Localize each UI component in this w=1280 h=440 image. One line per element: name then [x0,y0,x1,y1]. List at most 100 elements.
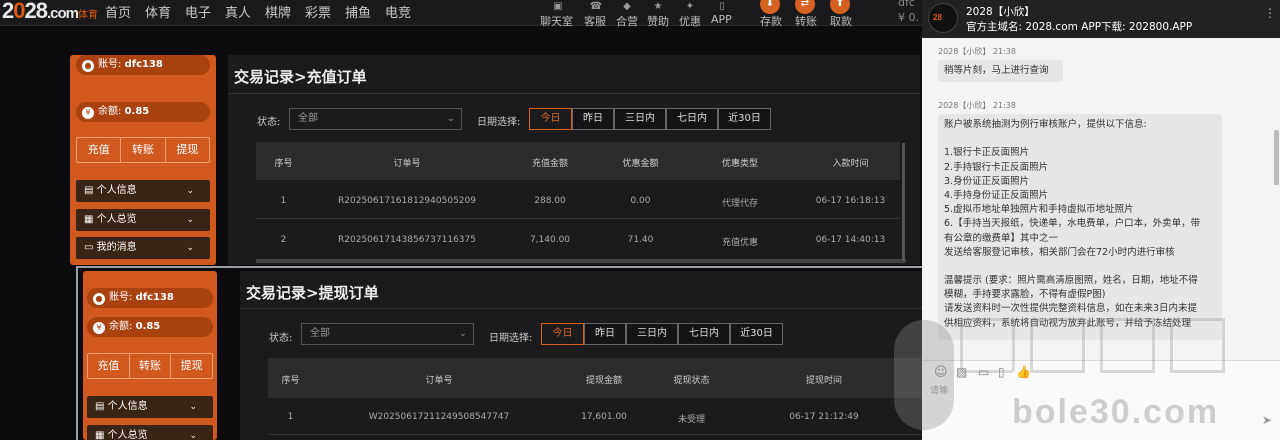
message-line: 4.手持身份证正反面照片 [944,189,1049,201]
transfer-button[interactable]: 转账 [130,354,172,378]
cell-amount: 7,140.00 [529,235,571,245]
date-today[interactable]: 今日 [541,323,584,345]
site-logo[interactable]: 2028.com体育 [2,0,98,24]
date-today[interactable]: 今日 [529,108,572,130]
nav-chatroom[interactable]: 聊天室 [540,13,573,29]
yen-icon: ¥ [93,322,105,334]
cell-time: 06-17 14:40:13 [815,235,886,245]
date-7days[interactable]: 七日内 [666,108,718,130]
cell-bonus: 71.40 [627,235,654,245]
message-icon: ▭ [84,242,97,253]
chevron-down-icon: ⌄ [186,186,194,196]
nav-deposit[interactable]: 存款 [760,13,782,29]
chat-message: 稍等片刻，马上进行查询 [938,60,1063,82]
partner-icon[interactable]: ◆ [615,0,639,14]
withdraw-records-panel: 交易记录>提现订单 状态: 全部 ⌄ 日期选择: 今日 昨日 三日内 七日内 近3… [240,271,922,440]
cell-bonus-type: 充值优惠 [721,238,758,248]
date-yesterday[interactable]: 昨日 [572,108,614,130]
page-title: 交易记录>提现订单 [246,284,379,302]
horizontal-scrollbar[interactable] [256,259,906,263]
user-sidebar-2: ● 账号: dfc138 ¥ 余额: 0.85 充值 转账 提现 ▤ 个人信息 ⌄ ▦… [83,271,217,440]
deposit-icon[interactable]: ⬇ [760,0,780,14]
overview-icon: ▦ [95,430,108,440]
cell-bonus: 0.00 [630,196,651,206]
nav-partner[interactable]: 合营 [616,13,638,29]
app-icon[interactable]: ▯ [710,0,734,14]
cell-bonus-type: 代理代存 [721,199,758,209]
status-select[interactable]: 全部 ⌄ [289,108,462,130]
nav-cards[interactable]: 棋牌 [265,2,291,21]
recharge-button[interactable]: 充值 [88,354,130,378]
message-line: 模糊，手持要求露脸，不得有虚假P图) [944,289,1106,301]
menu-overview[interactable]: ▦ 个人总览 ⌄ [87,425,213,440]
withdraw-icon[interactable]: ⬆ [830,0,850,14]
menu-messages[interactable]: ▭ 我的消息 ⌄ [76,237,210,259]
nav-sports[interactable]: 体育 [145,2,171,21]
watermark-logo-circle [894,320,954,430]
nav-withdraw[interactable]: 取款 [830,13,852,29]
nav-transfer[interactable]: 转账 [795,13,817,29]
withdraw-button[interactable]: 提现 [171,354,212,378]
message-line: 1.银行卡正反面照片 [944,147,1030,159]
row-divider [256,218,900,219]
date-30days[interactable]: 近30日 [730,323,783,345]
vertical-scrollbar[interactable] [902,143,905,261]
user-name-mini: dfc [898,0,915,9]
nav-home[interactable]: 首页 [105,2,131,21]
date-label: 日期选择: [489,333,533,344]
recharge-button[interactable]: 充值 [77,138,122,162]
service-icon[interactable]: ☎ [584,0,608,14]
send-icon[interactable]: ➤ [1262,413,1272,427]
nav-sponsor[interactable]: 赞助 [647,13,669,29]
avatar-logo-text: 28 [933,13,942,22]
date-yesterday[interactable]: 昨日 [584,323,626,345]
col-amount: 充值金额 [531,159,568,169]
more-icon[interactable]: ⋮ [1264,6,1276,20]
chat-message: 账户被系统抽测为例行审核账户，提供以下信息: 1.银行卡正反面照片 2.手持银行… [938,114,1222,340]
chat-scrollbar[interactable] [1274,130,1279,185]
col-order: 订单号 [393,159,421,169]
nav-lottery[interactable]: 彩票 [305,2,331,21]
promo-icon[interactable]: ✦ [678,0,702,14]
chatroom-icon[interactable]: ▣ [546,0,570,14]
user-sidebar: ● 账号: dfc138 ¥ 余额: 0.85 充值 转账 提现 ▤ 个人信息 ⌄ ▦… [70,55,216,265]
nav-live[interactable]: 真人 [225,2,251,21]
chat-agent-name: 2028【小欣】 [966,6,1035,18]
nav-promo[interactable]: 优惠 [679,13,701,29]
menu-overview[interactable]: ▦ 个人总览 ⌄ [76,209,210,231]
action-buttons: 充值 转账 提现 [76,137,210,163]
nav-fishing[interactable]: 捕鱼 [345,2,371,21]
message-line: 3.身份证正反面照片 [944,175,1030,187]
user-icon: ● [93,293,105,305]
status-select[interactable]: 全部 ⌄ [301,323,474,345]
transfer-icon[interactable]: ⇄ [795,0,815,14]
yen-icon: ¥ [82,107,94,119]
chat-domain-info: 官方主域名: 2028.com APP下载: 202800.APP [966,21,1193,33]
message-line: 请发送资料时一次性提供完整资料信息，如在未来3日内未提 [944,303,1198,315]
nav-slots[interactable]: 电子 [185,2,211,21]
message-line: 5.虚拟币地址单独照片和手持虚拟币地址照片 [944,204,1134,216]
message-line: 账户被系统抽测为例行审核账户，提供以下信息: [944,119,1147,130]
chevron-down-icon: ⌄ [446,113,455,124]
date-3days[interactable]: 三日内 [614,108,666,130]
cell-status: 未受理 [677,415,705,425]
nav-service[interactable]: 客服 [584,13,606,29]
col-index: 序号 [281,376,300,386]
date-30days[interactable]: 近30日 [718,108,771,130]
withdraw-button[interactable]: 提现 [166,138,209,162]
transfer-button[interactable]: 转账 [121,138,166,162]
menu-profile[interactable]: ▤ 个人信息 ⌄ [76,180,210,202]
nav-esports[interactable]: 电竞 [385,2,411,21]
cell-index: 1 [280,196,287,206]
message-line: 发送给客服登记审核，相关部门会在72小时内进行审核 [944,246,1175,258]
date-3days[interactable]: 三日内 [626,323,678,345]
account-pill: ● 账号: dfc138 [87,288,213,308]
deposit-records-panel: 交易记录>充值订单 状态: 全部 ⌄ 日期选择: 今日 昨日 三日内 七日内 近3… [228,55,920,265]
date-7days[interactable]: 七日内 [678,323,730,345]
chevron-down-icon: ⌄ [186,243,194,253]
sponsor-icon[interactable]: ★ [646,0,670,14]
balance-pill: ¥ 余额: 0.85 [87,317,213,337]
nav-app[interactable]: APP [711,13,732,26]
menu-profile[interactable]: ▤ 个人信息 ⌄ [87,396,213,418]
message-line: 2.手持银行卡正反面照片 [944,161,1049,173]
